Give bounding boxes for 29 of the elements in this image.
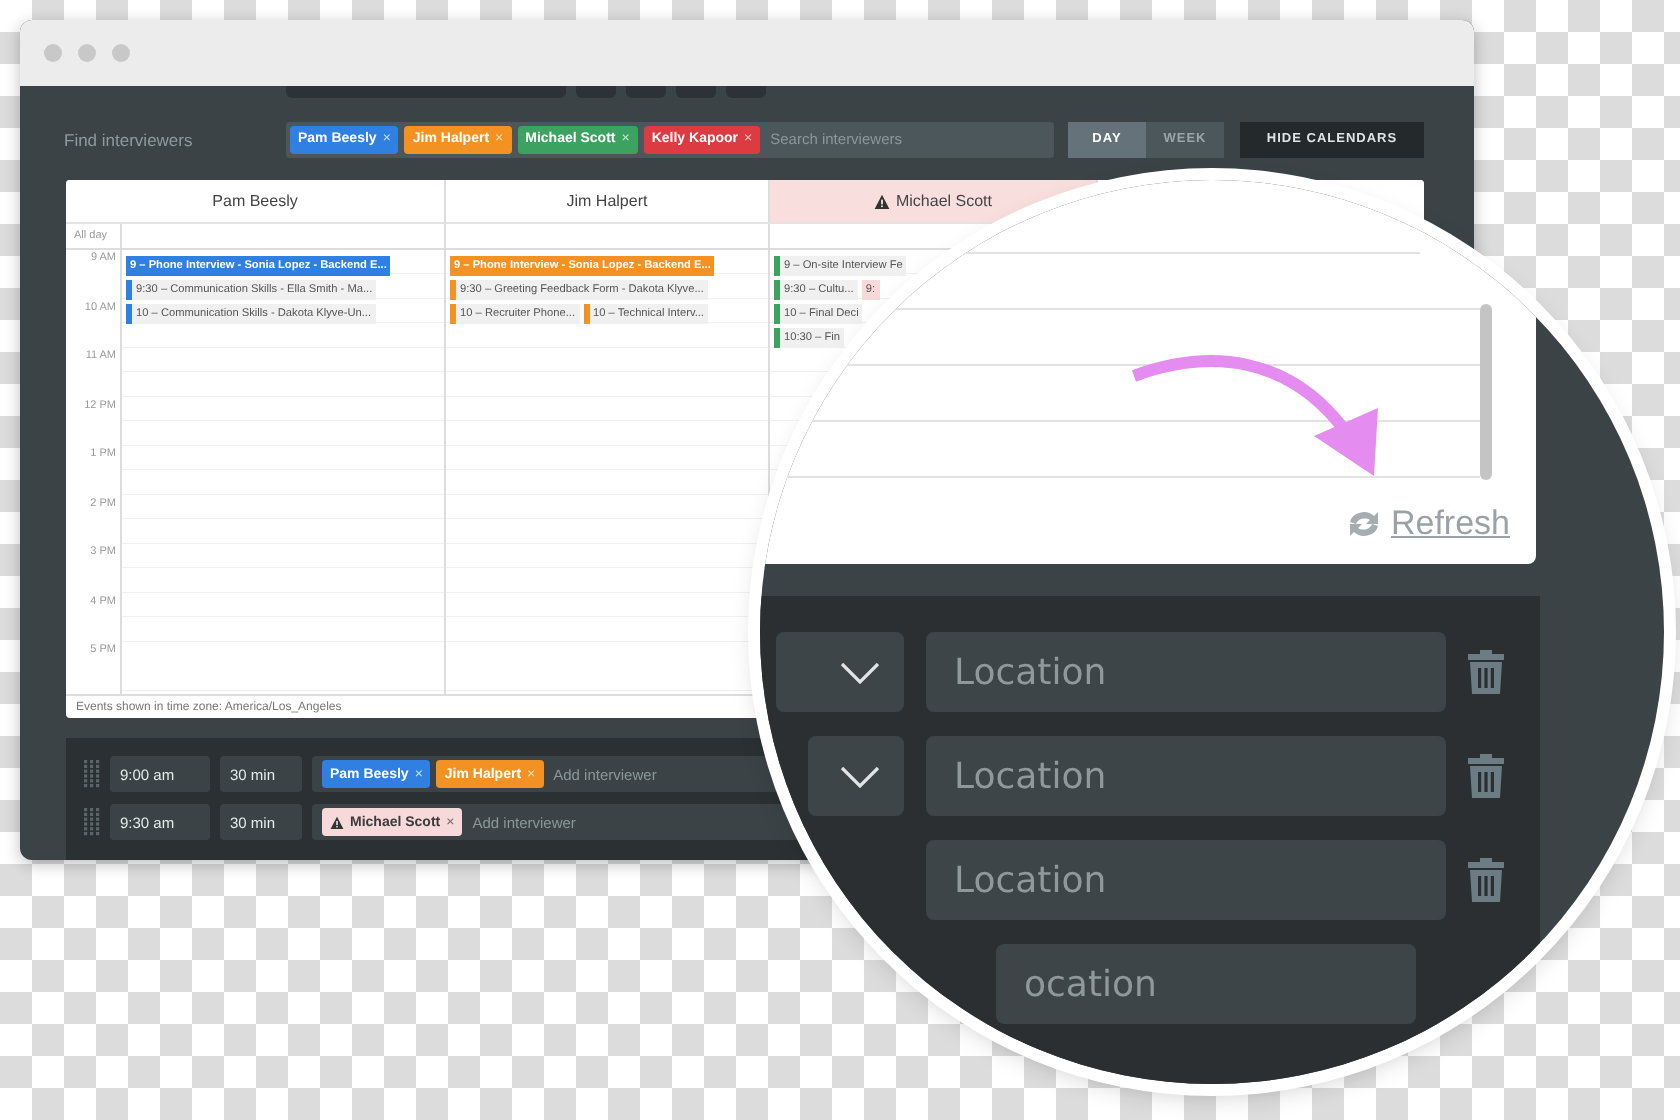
location-field[interactable]: ocation [996,944,1416,1024]
window-dot-icon[interactable] [44,44,62,62]
warning-icon [873,193,890,210]
dropdown[interactable] [808,736,904,816]
column-name: Jim Halpert [566,192,648,211]
trash-icon[interactable] [1468,754,1504,798]
refresh-link[interactable]: Refresh [1346,504,1510,544]
warning-icon [330,815,344,829]
drag-handle-icon[interactable] [84,760,100,788]
nav-button[interactable] [726,86,766,98]
location-field[interactable]: Location [926,632,1446,712]
nav-button[interactable] [676,86,716,98]
refresh-icon [1346,508,1383,540]
column-name: Michael Scott [895,192,993,211]
chevron-down-icon [840,765,880,787]
window-dot-icon[interactable] [78,44,96,62]
nav-button[interactable] [626,86,666,98]
trash-icon[interactable] [1468,650,1504,694]
drag-handle-icon[interactable] [84,808,100,836]
find-interviewers-label: Find interviewers [64,129,195,149]
location-field[interactable]: Location [926,840,1446,920]
scrollbar[interactable] [1480,304,1492,480]
column-name: Pam Beesly [212,192,298,211]
location-field[interactable]: Location [926,736,1446,816]
nav-button[interactable] [576,86,616,98]
window-dot-icon[interactable] [112,44,130,62]
chevron-down-icon [840,661,880,683]
date-field[interactable] [286,86,566,98]
trash-icon[interactable] [1468,858,1504,902]
